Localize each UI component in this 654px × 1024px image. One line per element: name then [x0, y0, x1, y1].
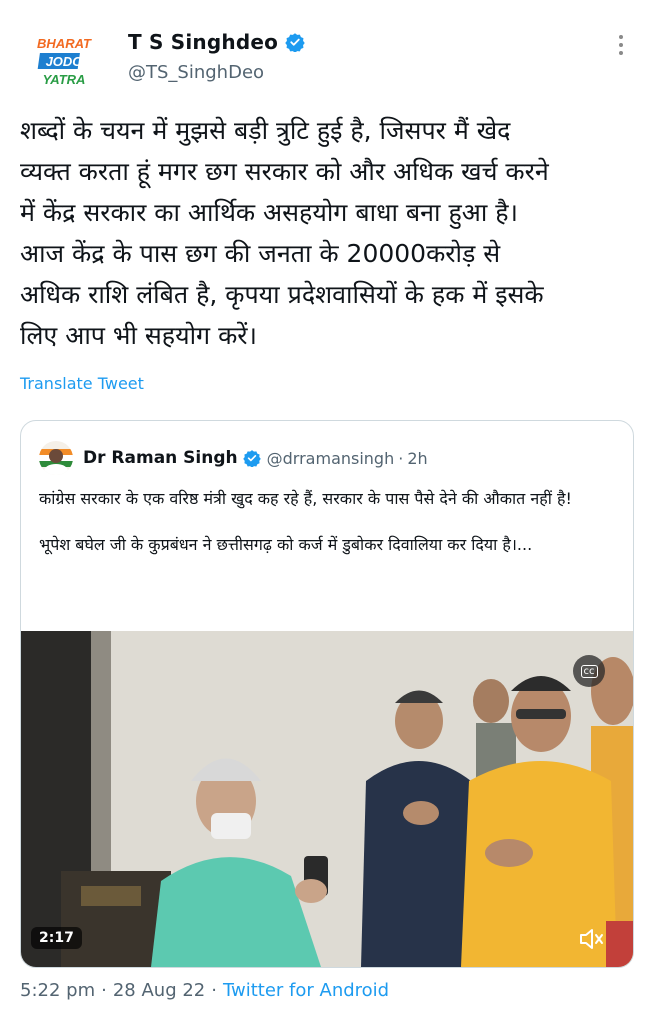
more-vertical-icon[interactable] [606, 30, 636, 60]
quoted-tweet-age[interactable]: 2h [407, 449, 427, 468]
svg-text:BHARAT: BHARAT [37, 36, 92, 51]
separator-dot: · [211, 980, 217, 1001]
quoted-author-name[interactable]: Dr Raman Singh [83, 448, 238, 468]
quoted-paragraph: कांग्रेस सरकार के एक वरिष्ठ मंत्री खुद क… [39, 489, 572, 508]
video-duration: 2:17 [31, 927, 82, 949]
tweet-source[interactable]: Twitter for Android [223, 980, 389, 1001]
separator-dot: · [398, 448, 404, 468]
tweet-metadata: 5:22 pm · 28 Aug 22 · Twitter for Androi… [20, 980, 389, 1001]
tweet-date[interactable]: 28 Aug 22 [113, 980, 205, 1001]
separator-dot: · [101, 980, 107, 1001]
quoted-author-avatar[interactable] [39, 441, 73, 475]
tweet-time[interactable]: 5:22 pm [20, 980, 95, 1001]
quoted-tweet-text: कांग्रेस सरकार के एक वरिष्ठ मंत्री खुद क… [39, 487, 619, 579]
tweet-text-line: व्यक्त करता हूं मगर छग सरकार को और अधिक … [20, 157, 549, 186]
author-handle[interactable]: @TS_SinghDeo [128, 62, 305, 83]
author-avatar[interactable]: BHARAT JODO YATRA [24, 24, 104, 104]
quoted-tweet-header: Dr Raman Singh @drramansingh · 2h [39, 441, 428, 475]
author-block: T S Singhdeo @TS_SinghDeo [128, 30, 305, 83]
closed-captions-icon[interactable]: cc [573, 655, 605, 687]
video-frame-image [21, 631, 633, 967]
verified-badge-icon [285, 33, 305, 52]
volume-mute-icon[interactable] [573, 923, 609, 955]
svg-text:JODO: JODO [46, 54, 83, 69]
tweet-text-line: शब्दों के चयन में मुझसे बड़ी त्रुटि हुई … [20, 116, 511, 145]
tweet-text-line: अधिक राशि लंबित है, कृपया प्रदेशवासियों … [20, 280, 544, 309]
author-name[interactable]: T S Singhdeo [128, 30, 278, 54]
bharat-jodo-yatra-logo: BHARAT JODO YATRA [24, 24, 104, 104]
tweet-page: BHARAT JODO YATRA T S Singhdeo @TS_Singh… [0, 0, 654, 1024]
tweet-text-line: आज केंद्र के पास छग की जनता के 20000करोड… [20, 239, 501, 268]
translate-tweet-link[interactable]: Translate Tweet [20, 374, 144, 393]
quoted-tweet-card[interactable]: Dr Raman Singh @drramansingh · 2h कांग्र… [20, 420, 634, 968]
quoted-paragraph: भूपेश बघेल जी के कुप्रबंधन ने छत्तीसगढ़ … [39, 535, 533, 554]
svg-text:YATRA: YATRA [43, 72, 86, 87]
tweet-text-line: में केंद्र सरकार का आर्थिक असहयोग बाधा ब… [20, 198, 518, 227]
quoted-avatar-image [39, 441, 73, 475]
video-player[interactable]: cc 2:17 [21, 631, 633, 967]
quoted-author-handle[interactable]: @drramansingh [267, 449, 395, 468]
tweet-text-line: लिए आप भी सहयोग करें। [20, 321, 257, 350]
tweet-text: शब्दों के चयन में मुझसे बड़ी त्रुटि हुई … [20, 110, 636, 356]
verified-badge-icon [242, 450, 261, 467]
